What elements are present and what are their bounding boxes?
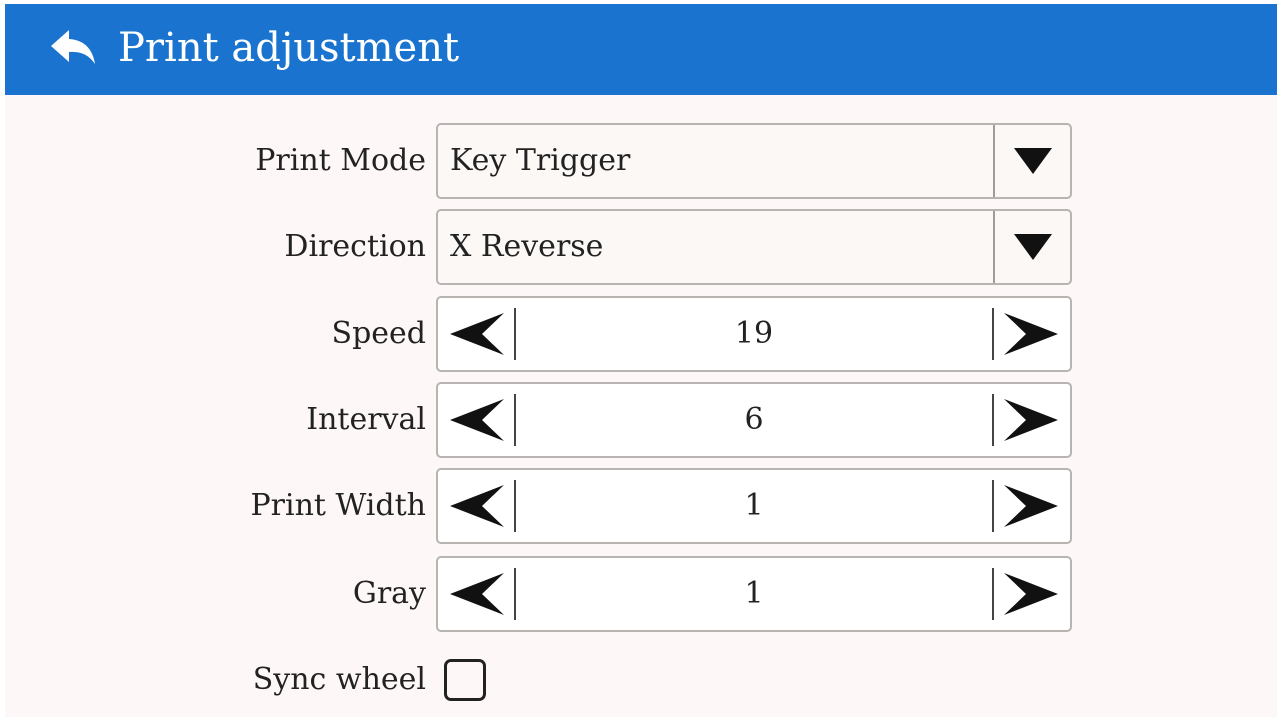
print-width-increment-button[interactable]: [994, 470, 1066, 542]
print-mode-label: Print Mode: [255, 143, 426, 178]
print-width-decrement-button[interactable]: [442, 470, 514, 542]
speed-increment-button[interactable]: [994, 298, 1066, 370]
direction-dropdown-toggle[interactable]: [995, 211, 1070, 283]
sync-wheel-checkbox[interactable]: [444, 659, 486, 701]
interval-decrement-button[interactable]: [442, 384, 514, 456]
interval-row: Interval 6: [5, 382, 1277, 458]
chevron-left-icon: [450, 485, 504, 527]
print-mode-dropdown[interactable]: Key Trigger: [436, 123, 1072, 199]
triangle-down-icon: [1013, 234, 1052, 260]
triangle-down-icon: [1013, 148, 1052, 174]
speed-stepper: 19: [436, 296, 1072, 372]
print-mode-value: Key Trigger: [450, 143, 631, 178]
direction-label: Direction: [284, 229, 426, 264]
print-width-row: Print Width 1: [5, 468, 1277, 544]
chevron-left-icon: [450, 399, 504, 441]
interval-label: Interval: [306, 402, 426, 437]
gray-value: 1: [744, 576, 764, 611]
gray-row: Gray 1: [5, 556, 1277, 632]
print-width-stepper: 1: [436, 468, 1072, 544]
chevron-left-icon: [450, 573, 504, 615]
speed-decrement-button[interactable]: [442, 298, 514, 370]
print-width-label: Print Width: [250, 488, 426, 523]
sync-wheel-label: Sync wheel: [252, 662, 426, 697]
print-mode-dropdown-toggle[interactable]: [995, 125, 1070, 197]
speed-value: 19: [734, 316, 774, 351]
chevron-right-icon: [1004, 485, 1058, 527]
direction-value: X Reverse: [450, 229, 604, 264]
gray-increment-button[interactable]: [994, 558, 1066, 630]
interval-stepper: 6: [436, 382, 1072, 458]
interval-value: 6: [744, 402, 764, 437]
print-mode-row: Print Mode Key Trigger: [5, 123, 1277, 199]
chevron-right-icon: [1004, 313, 1058, 355]
gray-stepper: 1: [436, 556, 1072, 632]
gray-decrement-button[interactable]: [442, 558, 514, 630]
gray-label: Gray: [352, 576, 426, 611]
direction-dropdown[interactable]: X Reverse: [436, 209, 1072, 285]
chevron-left-icon: [450, 313, 504, 355]
back-arrow-icon: [51, 30, 95, 64]
page-title: Print adjustment: [118, 25, 460, 71]
sync-wheel-row: Sync wheel: [5, 642, 1277, 717]
direction-row: Direction X Reverse: [5, 209, 1277, 285]
speed-label: Speed: [331, 316, 426, 351]
speed-row: Speed 19: [5, 296, 1277, 372]
header-bar: Print adjustment: [5, 4, 1277, 95]
interval-increment-button[interactable]: [994, 384, 1066, 456]
print-width-value: 1: [744, 488, 764, 523]
chevron-right-icon: [1004, 573, 1058, 615]
back-button[interactable]: [43, 22, 103, 74]
print-adjustment-screen: Print adjustment Print Mode Key Trigger …: [5, 4, 1277, 717]
chevron-right-icon: [1004, 399, 1058, 441]
